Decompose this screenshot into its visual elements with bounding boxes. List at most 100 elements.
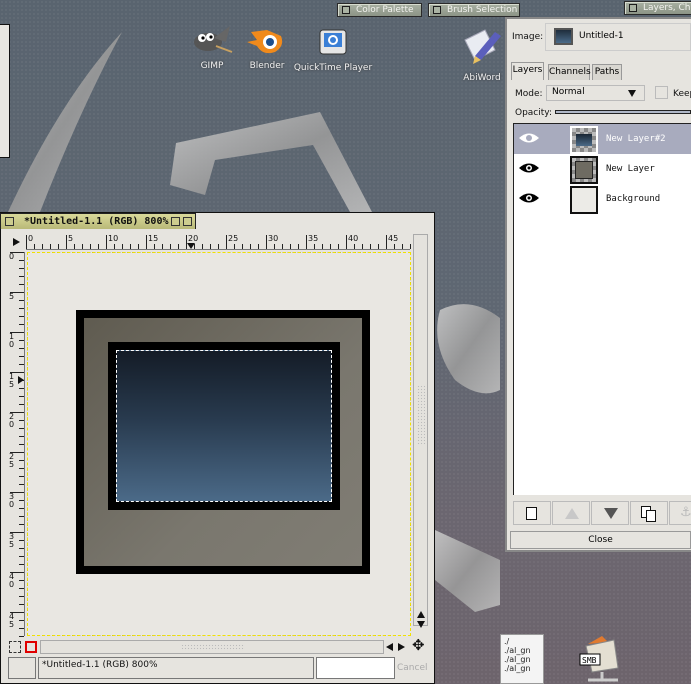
layer-row[interactable]: Background bbox=[514, 184, 691, 214]
ruler-label: 40 bbox=[9, 572, 15, 589]
ruler-tick bbox=[202, 244, 203, 249]
opacity-label: Opacity: bbox=[515, 108, 552, 118]
ruler-tick bbox=[19, 500, 24, 501]
ruler-tick bbox=[98, 244, 99, 249]
layer-new-layer-2-gradient bbox=[116, 350, 332, 502]
opacity-slider[interactable] bbox=[555, 110, 691, 114]
maximize-icon[interactable] bbox=[183, 217, 192, 226]
scroll-left-icon[interactable] bbox=[386, 643, 393, 651]
scroll-grip[interactable] bbox=[417, 385, 425, 445]
desktop-icon-gimp[interactable]: GIMP bbox=[188, 22, 236, 71]
tab-paths[interactable]: Paths bbox=[592, 64, 622, 80]
desktop-icon-label: Blender bbox=[249, 61, 285, 71]
ruler-tick bbox=[19, 516, 24, 517]
anchor-icon: ⚓ bbox=[680, 505, 691, 520]
image-window-titlebar[interactable]: *Untitled-1.1 (RGB) 800% bbox=[0, 213, 196, 229]
ruler-tick bbox=[19, 364, 24, 365]
quickmask-on-toggle[interactable] bbox=[25, 641, 37, 653]
ruler-tick bbox=[298, 244, 299, 249]
tab-layers[interactable]: Layers bbox=[511, 62, 544, 80]
ruler-tick bbox=[178, 244, 179, 249]
keep-transparency-checkbox[interactable] bbox=[655, 86, 668, 99]
ruler-tick bbox=[19, 268, 24, 269]
ruler-label: 25 bbox=[9, 452, 15, 469]
scroll-right-icon[interactable] bbox=[398, 643, 405, 651]
image-thumbnail bbox=[554, 28, 573, 45]
ruler-label: 35 bbox=[9, 532, 15, 549]
ruler-label: 10 bbox=[9, 332, 15, 349]
ruler-label: 5 bbox=[68, 234, 74, 243]
minimize-icon[interactable] bbox=[171, 217, 180, 226]
close-button[interactable]: Close bbox=[510, 531, 691, 549]
ruler-tick bbox=[146, 235, 147, 249]
horizontal-scrollbar[interactable] bbox=[40, 640, 384, 654]
quickmask-off-toggle[interactable] bbox=[9, 641, 21, 653]
scroll-down-icon[interactable] bbox=[417, 621, 425, 628]
tab-label: Paths bbox=[594, 67, 620, 77]
mode-value: Normal bbox=[552, 87, 585, 97]
ruler-tick bbox=[19, 404, 24, 405]
ruler-label: 5 bbox=[9, 292, 15, 301]
ruler-tick bbox=[19, 588, 24, 589]
layer-name: New Layer#2 bbox=[606, 134, 666, 144]
ruler-tick bbox=[154, 244, 155, 249]
ruler-tick bbox=[346, 235, 347, 249]
ruler-tick bbox=[82, 244, 83, 249]
image-menu-button[interactable] bbox=[8, 234, 25, 250]
lower-layer-button[interactable] bbox=[591, 501, 629, 525]
ruler-tick bbox=[19, 420, 24, 421]
ruler-label: 0 bbox=[9, 252, 15, 261]
ruler-tick bbox=[122, 244, 123, 249]
scroll-grip[interactable] bbox=[181, 644, 245, 651]
image-selector[interactable]: Untitled-1 bbox=[545, 23, 691, 51]
ruler-tick bbox=[266, 235, 267, 249]
navigate-icon[interactable]: ✥ bbox=[412, 638, 425, 653]
window-menu-icon[interactable] bbox=[5, 217, 14, 226]
desktop-text-file[interactable]: ./ ./al_gn ./al_gn ./al_gn bbox=[500, 634, 544, 684]
file-line: ./al_gn bbox=[504, 646, 531, 655]
ruler-tick bbox=[130, 244, 131, 249]
desktop-icon-smb-share[interactable]: SMB bbox=[578, 632, 624, 684]
ruler-tick bbox=[19, 396, 24, 397]
scroll-up-icon[interactable] bbox=[417, 611, 425, 618]
status-text: *Untitled-1.1 (RGB) 800% bbox=[38, 657, 314, 679]
visibility-eye-icon[interactable] bbox=[518, 191, 540, 205]
desktop-icon-abiword[interactable]: AbiWord bbox=[458, 26, 506, 83]
taskbar-layers-channels[interactable]: Layers, Ch bbox=[624, 1, 691, 15]
ruler-tick bbox=[338, 244, 339, 249]
visibility-eye-icon[interactable] bbox=[518, 131, 540, 145]
ruler-tick bbox=[19, 308, 24, 309]
desktop-icon-label: AbiWord bbox=[463, 73, 501, 83]
desktop-icon-blender[interactable]: Blender bbox=[244, 22, 290, 71]
tab-channels[interactable]: Channels bbox=[548, 64, 591, 80]
visibility-eye-icon[interactable] bbox=[518, 161, 540, 175]
taskbar-label: Color Palette bbox=[356, 5, 414, 15]
taskbar-brush-selection[interactable]: Brush Selection bbox=[428, 3, 520, 17]
ruler-tick bbox=[282, 244, 283, 249]
raise-arrow-icon bbox=[565, 508, 579, 519]
layer-row[interactable]: New Layer#2 bbox=[514, 124, 691, 154]
desktop-icon-quicktime[interactable]: QuickTime Player bbox=[292, 28, 374, 73]
ruler-tick bbox=[106, 235, 107, 249]
taskbar-color-palette[interactable]: Color Palette bbox=[337, 3, 422, 17]
ruler-tick bbox=[386, 235, 387, 249]
vertical-scrollbar[interactable] bbox=[413, 234, 428, 628]
window-icon bbox=[342, 6, 350, 14]
taskbar-label: Brush Selection bbox=[447, 5, 518, 15]
ruler-tick bbox=[74, 244, 75, 249]
mode-select[interactable]: Normal bbox=[546, 85, 645, 101]
anchor-layer-button[interactable]: ⚓ bbox=[669, 501, 691, 525]
pointer-coords bbox=[8, 657, 36, 679]
ruler-tick bbox=[19, 276, 24, 277]
duplicate-layer-button[interactable] bbox=[630, 501, 668, 525]
ruler-tick bbox=[19, 340, 24, 341]
raise-layer-button[interactable] bbox=[552, 501, 590, 525]
layer-row[interactable]: New Layer bbox=[514, 154, 691, 184]
new-layer-button[interactable] bbox=[513, 501, 551, 525]
ruler-tick bbox=[19, 356, 24, 357]
smb-label: SMB bbox=[582, 656, 597, 665]
ruler-tick bbox=[19, 620, 24, 621]
cancel-button[interactable]: Cancel bbox=[397, 659, 428, 677]
image-canvas[interactable] bbox=[27, 252, 411, 636]
ruler-tick bbox=[19, 284, 24, 285]
